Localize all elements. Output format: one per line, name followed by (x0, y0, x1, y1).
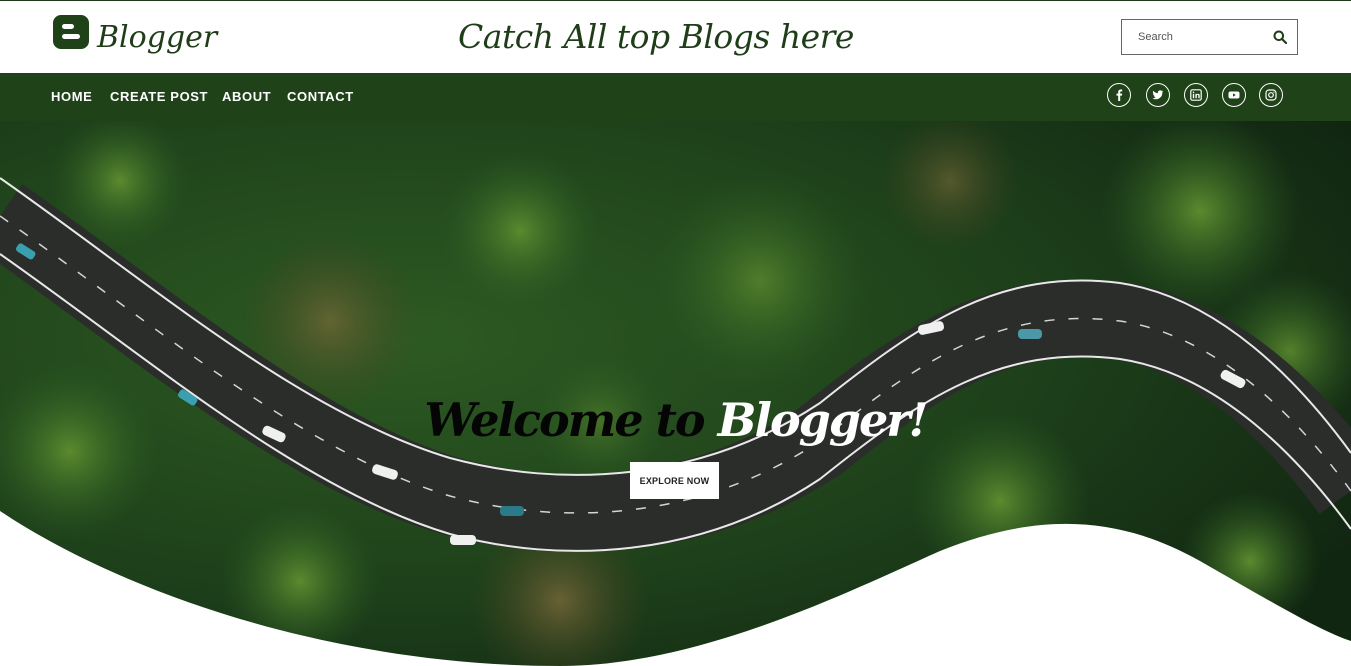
twitter-link[interactable] (1146, 83, 1170, 107)
nav-contact[interactable]: CONTACT (287, 89, 354, 104)
hero-banner: Welcome to Blogger! EXPLORE NOW (0, 121, 1351, 666)
twitter-icon (1152, 90, 1164, 100)
facebook-link[interactable] (1107, 83, 1131, 107)
youtube-icon (1228, 91, 1240, 99)
hero-title: Welcome to Blogger! (0, 393, 1351, 447)
nav-about[interactable]: ABOUT (222, 89, 271, 104)
nav-home[interactable]: HOME (51, 89, 92, 104)
linkedin-icon (1190, 89, 1202, 101)
youtube-link[interactable] (1222, 83, 1246, 107)
instagram-icon (1265, 89, 1277, 101)
search-icon[interactable] (1273, 30, 1287, 44)
site-tagline: Catch All top Blogs here (458, 17, 854, 56)
hero-title-part2: Blogger! (717, 393, 929, 447)
linkedin-link[interactable] (1184, 83, 1208, 107)
top-header: Blogger Catch All top Blogs here (0, 0, 1351, 73)
nav-create-post[interactable]: CREATE POST (110, 89, 208, 104)
hero-title-part1: Welcome to (424, 393, 705, 447)
search-input[interactable] (1122, 22, 1262, 52)
explore-now-button[interactable]: EXPLORE NOW (630, 462, 719, 499)
instagram-link[interactable] (1259, 83, 1283, 107)
search-box (1121, 19, 1298, 55)
facebook-icon (1116, 89, 1123, 101)
